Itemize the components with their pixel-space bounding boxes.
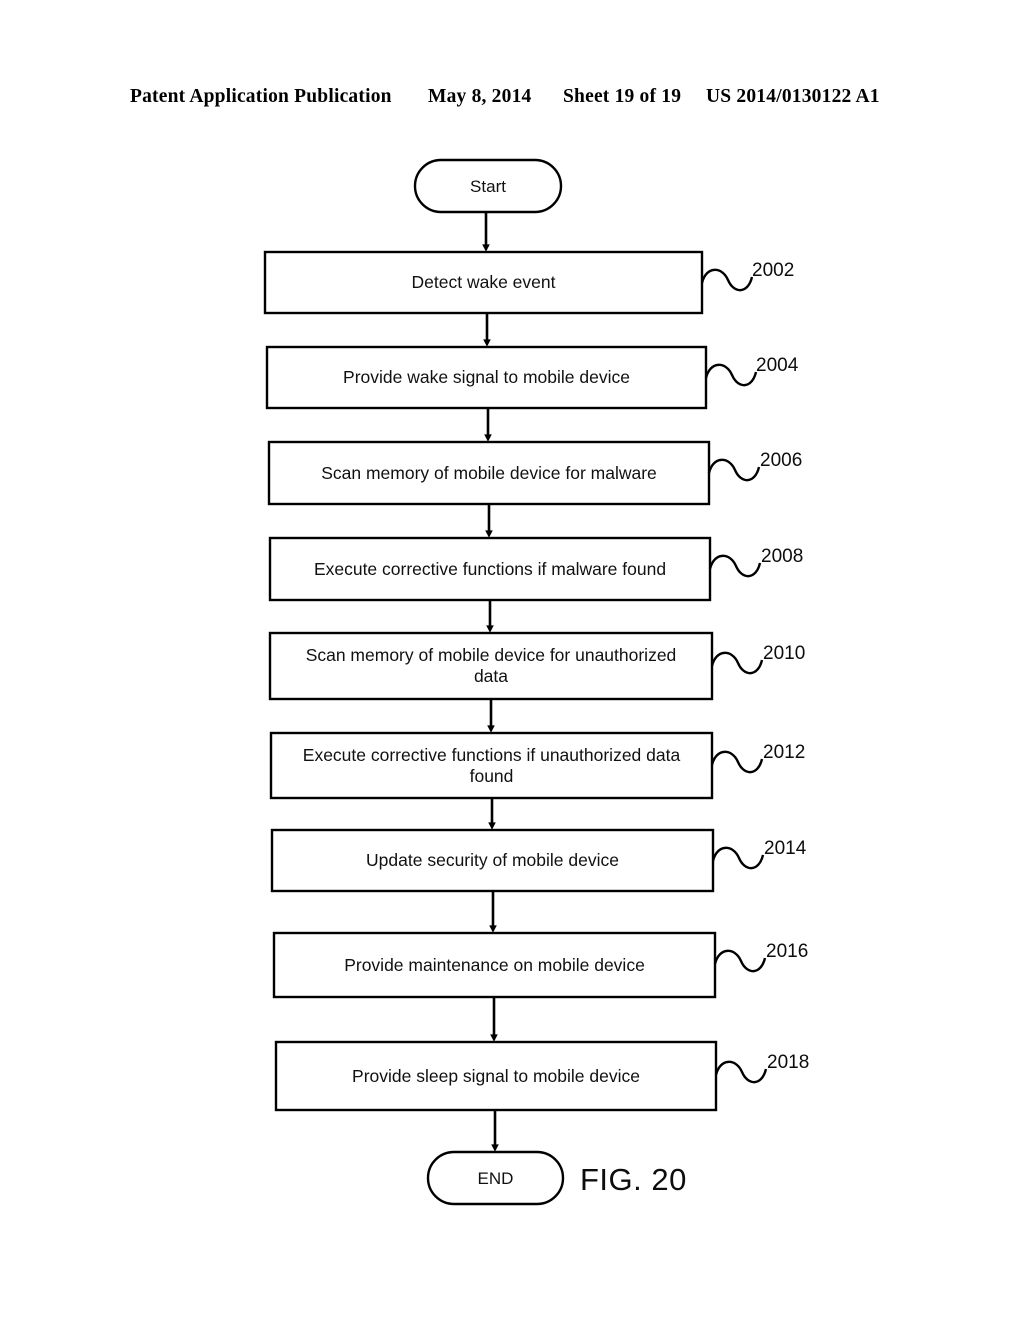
leader-line-2016 (713, 949, 767, 973)
step-label-2014: Update security of mobile device (366, 850, 619, 870)
step-label-2010: Scan memory of mobile device for unautho… (305, 645, 677, 686)
end-terminal-label: END (477, 1168, 514, 1188)
reference-numeral-2016: 2016 (766, 941, 809, 962)
reference-numeral-2006: 2006 (760, 450, 803, 471)
reference-numeral-2014: 2014 (764, 838, 807, 859)
reference-numeral-2018: 2018 (767, 1052, 810, 1073)
step-label-2008: Execute corrective functions if malware … (313, 558, 667, 579)
reference-numeral-2012: 2012 (763, 742, 806, 763)
step-label-2018: Provide sleep signal to mobile device (352, 1065, 640, 1086)
step-label-2006: Scan memory of mobile device for malware (321, 462, 657, 483)
step-label-2016: Provide maintenance on mobile device (344, 954, 645, 975)
leader-line-2012 (710, 750, 764, 774)
start-terminal-label: Start (470, 176, 506, 196)
leader-line-2004 (704, 363, 758, 387)
figure-caption: FIG. 20 (580, 1162, 687, 1197)
leader-line-2008 (708, 554, 762, 578)
step-label-2004: Provide wake signal to mobile device (343, 367, 630, 387)
reference-numeral-2004: 2004 (756, 355, 799, 376)
leader-line-2014 (711, 846, 765, 870)
reference-numeral-2010: 2010 (763, 643, 806, 664)
leader-line-2006 (707, 458, 761, 482)
leader-line-2018 (714, 1060, 768, 1084)
leader-line-2010 (710, 651, 764, 675)
reference-numeral-2002: 2002 (752, 260, 795, 281)
step-label-2002: Detect wake event (411, 272, 556, 292)
reference-numeral-2008: 2008 (761, 546, 804, 567)
leader-line-2002 (700, 268, 754, 292)
step-label-2012: Execute corrective functions if unauthor… (302, 744, 681, 786)
